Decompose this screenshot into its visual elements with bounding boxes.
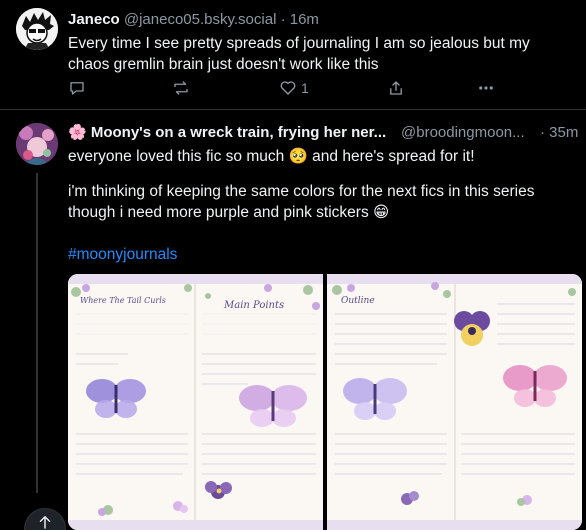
post-header: 🌸 Moony's on a wreck train, frying her n… — [68, 123, 578, 143]
post-text-line1: everyone loved this fic so much 🥺 and he… — [68, 148, 475, 165]
journal-spread-art-left — [68, 274, 323, 530]
author-handle[interactable]: @janeco05.bsky.social — [124, 11, 277, 28]
post-text-line2: i'm thinking of keeping the same colors … — [68, 183, 535, 221]
avatar-illustration — [16, 123, 58, 165]
avatar-illustration — [16, 8, 58, 50]
reply-icon — [70, 82, 84, 95]
post-header: Janeco @janeco05.bsky.social · 16m — [68, 10, 578, 30]
post-actions: 1 — [68, 78, 493, 98]
avatar[interactable] — [16, 123, 58, 165]
post-text: Every time I see pretty spreads of journ… — [68, 35, 530, 73]
separator: · — [540, 124, 545, 141]
reply-button[interactable] — [68, 78, 86, 98]
post-media[interactable]: Where The Tail Curls Main Points Outline — [68, 274, 582, 530]
author-name[interactable]: Moony's on a wreck train, frying her ner… — [91, 124, 386, 141]
post-time[interactable]: · 35m — [540, 123, 578, 143]
journal-image-left[interactable]: Where The Tail Curls Main Points — [68, 274, 323, 530]
arrow-up-icon — [39, 516, 51, 529]
journal-title-outline: Outline — [341, 296, 375, 306]
separator: · — [280, 11, 286, 28]
author-handle[interactable]: @broodingmoon... — [401, 123, 525, 143]
share-icon — [390, 81, 402, 95]
repost-icon — [174, 81, 188, 95]
like-count: 1 — [301, 80, 309, 96]
journal-title-left: Where The Tail Curls — [80, 296, 166, 305]
avatar[interactable] — [16, 8, 58, 50]
like-button[interactable]: 1 — [279, 78, 309, 98]
repost-button[interactable] — [172, 78, 190, 98]
post-hashtag[interactable]: #moonyjournals — [68, 244, 570, 265]
author-emoji: 🌸 — [68, 124, 87, 141]
time-value: 35m — [549, 124, 578, 141]
share-button[interactable] — [387, 78, 405, 98]
post-janeco[interactable]: Janeco @janeco05.bsky.social · 16m Every… — [0, 0, 586, 110]
thread-line — [36, 173, 38, 493]
like-icon — [280, 81, 296, 95]
post-moony[interactable]: 🌸 Moony's on a wreck train, frying her n… — [0, 111, 586, 530]
post-time[interactable]: 16m — [290, 11, 319, 28]
journal-spread-art-right — [327, 274, 582, 530]
more-button[interactable] — [477, 78, 495, 98]
journal-title-right: Main Points — [224, 300, 285, 311]
author-name[interactable]: Janeco — [68, 11, 120, 28]
hashtag-link[interactable]: #moonyjournals — [68, 246, 177, 263]
journal-image-right[interactable]: Outline — [327, 274, 582, 530]
more-icon — [479, 86, 493, 90]
